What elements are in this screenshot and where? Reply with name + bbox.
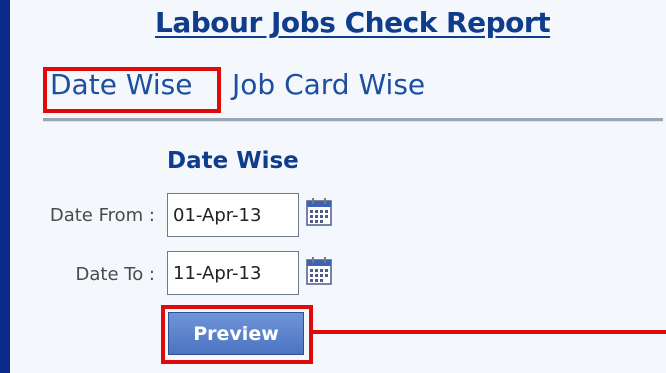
date-from-input[interactable] xyxy=(167,193,299,237)
tab-job-card-wise[interactable]: Job Card Wise xyxy=(232,68,425,101)
callout-line xyxy=(313,330,666,334)
section-title: Date Wise xyxy=(167,148,299,174)
date-from-label: Date From : xyxy=(49,205,155,226)
date-to-input[interactable] xyxy=(167,251,299,295)
page-title: Labour Jobs Check Report xyxy=(155,6,551,39)
highlight-box-date-wise-tab xyxy=(43,67,221,113)
highlight-box-preview-button xyxy=(161,305,313,364)
calendar-icon[interactable] xyxy=(306,257,332,285)
calendar-icon[interactable] xyxy=(306,198,332,226)
report-panel xyxy=(10,0,666,373)
date-to-label: Date To : xyxy=(75,264,155,285)
divider xyxy=(43,118,663,122)
